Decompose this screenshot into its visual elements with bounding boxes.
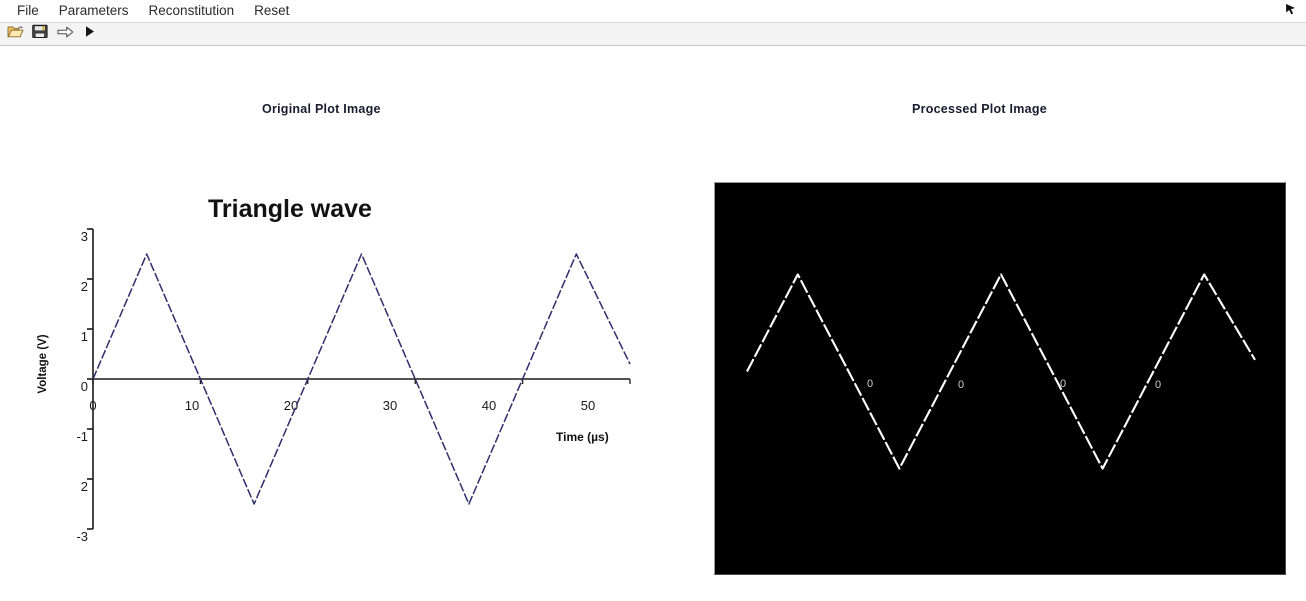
toolbar-run-button[interactable] [79,24,101,44]
play-icon [84,25,96,43]
residual-digit: 0 [958,379,965,391]
processed-chart-canvas [746,273,1256,470]
original-plot-image[interactable]: Triangle wave Voltage (V) Time (µs) 3 2 … [20,180,660,580]
original-plot-title: Original Plot Image [262,102,381,116]
menu-reset[interactable]: Reset [245,2,298,20]
processed-waveform-trace [746,273,1256,470]
residual-digit: 0 [1155,379,1162,391]
original-chart-canvas [87,228,631,530]
menu-reconstitution[interactable]: Reconstitution [140,2,244,20]
toolbar-save-button[interactable] [29,24,51,44]
arrow-right-icon [57,25,74,44]
cursor-arrow-icon[interactable] [1282,3,1298,19]
open-folder-icon [7,24,24,44]
menu-file[interactable]: File [8,2,48,20]
residual-digit: 0 [867,378,874,390]
menu-parameters[interactable]: Parameters [50,2,138,20]
toolbar-process-button[interactable] [54,24,76,44]
toolbar-open-button[interactable] [4,24,26,44]
save-floppy-icon [32,24,48,44]
processed-plot-image[interactable]: 0 0 0 0 [714,182,1286,575]
processed-plot-title: Processed Plot Image [912,102,1047,116]
residual-digit: 0 [1060,378,1067,390]
toolbar [0,22,1306,46]
menu-bar: File Parameters Reconstitution Reset [0,0,1306,22]
axis-lines [87,228,631,530]
